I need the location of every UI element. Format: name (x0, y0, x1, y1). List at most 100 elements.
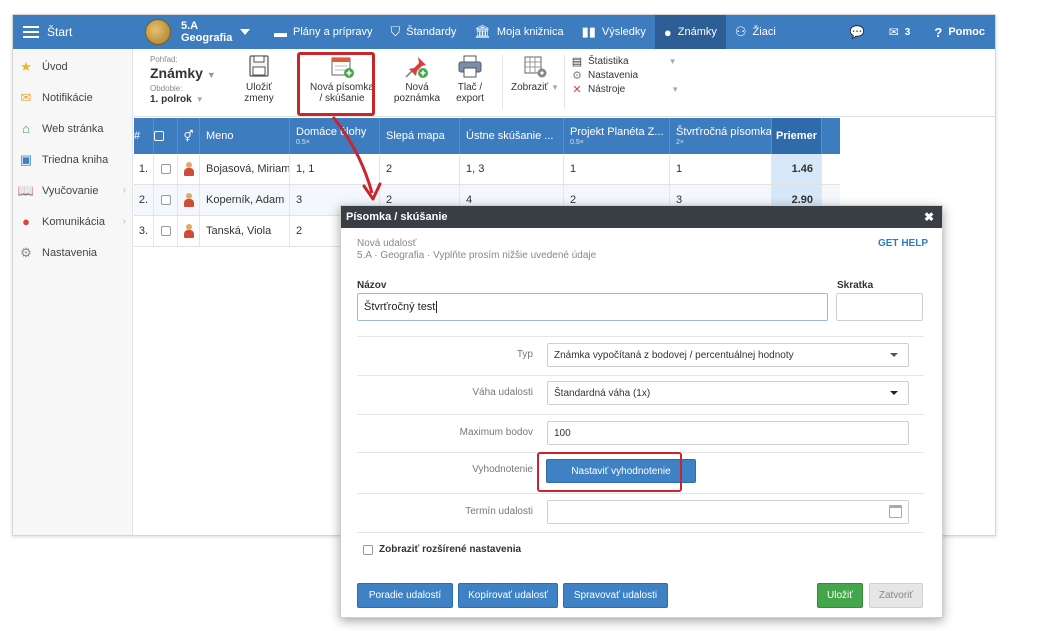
col-header-grade[interactable]: Domáce úlohy 0.5× (290, 118, 380, 154)
sidebar-item-communication[interactable]: ● Komunikácia › (13, 206, 132, 237)
class-selector[interactable]: 5.A Geografia (133, 19, 265, 45)
tools-menu[interactable]: ✕ Nástroje ▼ (570, 83, 679, 97)
toolbar-divider (564, 55, 565, 109)
evaluation-highlight (537, 452, 682, 492)
max-points-input[interactable]: 100 (547, 421, 909, 445)
date-label: Termín udalosti (465, 506, 533, 517)
row-checkbox[interactable] (154, 216, 178, 246)
calendar-icon[interactable] (889, 505, 902, 518)
messages-button[interactable]: ✉ 3 (877, 25, 923, 39)
sidebar-item-label: Notifikácie (42, 91, 93, 104)
settings-menu[interactable]: ⚙ Nastavenia (570, 69, 679, 83)
hamburger-icon (23, 26, 39, 38)
chat-button[interactable]: 💬 (838, 25, 877, 39)
sidebar-item-website[interactable]: ⌂ Web stránka (13, 113, 132, 144)
type-select[interactable]: Známka vypočítaná z bodovej / percentuál… (547, 343, 909, 367)
sidebar-item-settings[interactable]: ⚙ Nastavenia (13, 237, 132, 268)
chevron-down-icon: ▼ (668, 57, 677, 66)
grade-cell[interactable]: 1, 3 (460, 154, 564, 184)
home-icon: ⌂ (22, 121, 30, 136)
view-selector[interactable]: Pohľad: Známky ▼ Obdobie: 1. polrok ▼ (150, 55, 216, 105)
sidebar-item-home[interactable]: ★ Úvod (13, 51, 132, 82)
advanced-settings-toggle[interactable]: Zobraziť rozšírené nastavenia (363, 544, 521, 555)
get-help-link[interactable]: GET HELP (878, 238, 928, 249)
event-order-button[interactable]: Poradie udalostí (357, 583, 453, 608)
row-checkbox[interactable] (154, 154, 178, 184)
chevron-down-icon (890, 391, 898, 395)
envelope-icon: ✉ (20, 89, 32, 105)
class-name: 5.A (181, 20, 199, 32)
col-header-grade[interactable]: Ústne skúšanie ... (460, 118, 564, 154)
col-header-grade[interactable]: Štvrťročná písomka 2× (670, 118, 772, 154)
period-label: Obdobie: (150, 84, 183, 93)
chevron-right-icon: › (122, 216, 126, 227)
select-all-checkbox[interactable] (154, 118, 178, 154)
name-input[interactable]: Štvrťročný test (357, 293, 828, 321)
save-button[interactable]: Uložiť zmeny (234, 55, 284, 104)
row-number: 3. (134, 216, 154, 246)
chevron-down-icon (240, 29, 251, 35)
period-value[interactable]: 1. polrok (150, 94, 192, 105)
row-checkbox[interactable] (154, 185, 178, 215)
col-header-name[interactable]: Meno (200, 118, 290, 154)
chevron-down-icon (890, 353, 898, 357)
sidebar-item-teaching[interactable]: 📖 Vyučovanie › (13, 175, 132, 206)
abbreviation-input[interactable] (836, 293, 923, 321)
save-dialog-button[interactable]: Uložiť (817, 583, 863, 608)
student-name[interactable]: Tanská, Viola (200, 216, 290, 246)
student-name[interactable]: Koperník, Adam (200, 185, 290, 215)
bar-chart-icon: ▮▮ (581, 24, 596, 39)
sidebar-item-notifications[interactable]: ✉ Notifikácie (13, 82, 132, 113)
nav-plans[interactable]: ▬ Plány a prípravy (265, 15, 381, 49)
question-icon: ? (934, 24, 943, 40)
date-input[interactable] (547, 500, 909, 524)
sidebar-item-classbook[interactable]: ▣ Triedna kniha (13, 144, 132, 175)
nav-label: Žiaci (752, 26, 776, 38)
help-button[interactable]: ? Pomoc (922, 24, 995, 40)
evaluation-label: Vyhodnotenie (472, 464, 533, 475)
statistics-label: Štatistika (588, 56, 629, 67)
nav-grades[interactable]: ● Známky (654, 15, 726, 49)
nav-library[interactable]: 🏛 Moja knižnica (465, 15, 572, 49)
advanced-settings-checkbox[interactable] (363, 544, 373, 555)
name-label: Názov (357, 280, 387, 291)
display-label: Zobraziť (510, 82, 549, 93)
new-note-label-2: poznámka (393, 93, 441, 104)
floppy-icon (246, 55, 272, 79)
students-icon: ⚇ (734, 24, 747, 39)
display-button[interactable]: Zobraziť ▼ (506, 55, 564, 93)
envelope-icon: ✉ (888, 25, 899, 39)
col-header-grade[interactable]: Slepá mapa (380, 118, 460, 154)
abbreviation-label: Skratka (837, 280, 874, 291)
start-menu[interactable]: Štart (13, 15, 133, 49)
weight-select[interactable]: Štandardná váha (1x) (547, 381, 909, 405)
view-value: Známky (150, 65, 203, 81)
chevron-down-icon: ▼ (206, 70, 216, 80)
statistics-menu[interactable]: ▤ Štatistika ▼ (570, 55, 679, 69)
nav-label: Moja knižnica (496, 26, 564, 38)
grade-cell[interactable]: 2 (380, 154, 460, 184)
grade-cell[interactable]: 1 (564, 154, 670, 184)
gear-icon: ⚙ (20, 244, 32, 260)
sidebar: ★ Úvod ✉ Notifikácie ⌂ Web stránka ▣ Triedna… (13, 49, 133, 535)
library-icon: 🏛 (474, 24, 491, 39)
gears-icon: ⚙ (572, 70, 582, 82)
close-dialog-button[interactable]: Zatvoriť (869, 583, 923, 608)
grade-cell[interactable]: 1 (670, 154, 772, 184)
chevron-right-icon: › (122, 185, 126, 196)
student-name[interactable]: Bojasová, Miriam (200, 154, 290, 184)
manage-events-button[interactable]: Spravovať udalosti (563, 583, 668, 608)
col-header-grade[interactable]: Projekt Planéta Z... 0.5× (564, 118, 670, 154)
grade-cell[interactable]: 1, 1 (290, 154, 380, 184)
nav-standards[interactable]: ⛉ Štandardy (381, 15, 465, 49)
nav-students[interactable]: ⚇ Žiaci (726, 15, 785, 49)
tools-label: Nástroje (588, 84, 626, 95)
nav-label: Známky (677, 26, 717, 38)
print-export-button[interactable]: Tlač / export (446, 55, 494, 104)
new-note-button[interactable]: Nová poznámka (392, 55, 442, 104)
close-icon[interactable]: ✖ (924, 210, 934, 224)
nav-results[interactable]: ▮▮ Výsledky (573, 15, 655, 49)
weight-label: Váha udalosti (472, 387, 533, 398)
copy-event-button[interactable]: Kopírovať udalosť (458, 583, 558, 608)
table-row[interactable]: 1. Bojasová, Miriam 1, 1 2 1, 3 1 1 1.46 (134, 154, 840, 185)
